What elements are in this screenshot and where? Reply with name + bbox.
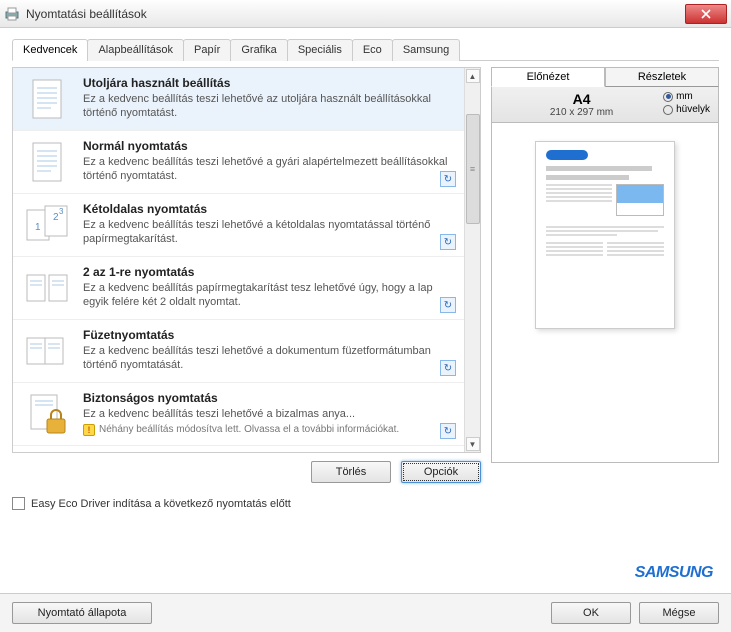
unit-mm-label: mm xyxy=(676,91,693,102)
unit-inch-label: hüvelyk xyxy=(676,104,710,115)
favorite-desc: Ez a kedvenc beállítás teszi lehetővé az… xyxy=(83,93,456,121)
favorite-desc: Ez a kedvenc beállítás teszi lehetővé a … xyxy=(83,345,456,373)
tab-grafika[interactable]: Grafika xyxy=(230,39,287,61)
scroll-thumb[interactable] xyxy=(466,114,480,224)
eco-driver-checkbox-row[interactable]: Easy Eco Driver indítása a következő nyo… xyxy=(12,497,481,510)
radio-dot-icon xyxy=(663,105,673,115)
favorite-desc: Ez a kedvenc beállítás teszi lehetővé a … xyxy=(83,156,456,184)
apply-icon[interactable]: ↻ xyxy=(440,297,456,313)
favorite-item-booklet[interactable]: Füzetnyomtatás Ez a kedvenc beállítás te… xyxy=(13,320,464,383)
favorite-desc: Ez a kedvenc beállítás papírmegtakarítás… xyxy=(83,282,456,310)
thumb-booklet-icon xyxy=(19,328,75,376)
unit-mm-radio[interactable]: mm xyxy=(663,91,710,102)
warning-icon: ! xyxy=(83,424,95,436)
titlebar: Nyomtatási beállítások xyxy=(0,0,731,28)
favorite-title: Utoljára használt beállítás xyxy=(83,76,456,90)
tab-details[interactable]: Részletek xyxy=(605,67,719,87)
preview-line xyxy=(546,175,629,180)
thumb-secure-icon xyxy=(19,391,75,439)
scroll-down-button[interactable]: ▼ xyxy=(466,437,480,451)
favorite-item-duplex[interactable]: 123 Kétoldalas nyomtatás Ez a kedvenc be… xyxy=(13,194,464,257)
favorite-title: Kétoldalas nyomtatás xyxy=(83,202,456,216)
favorite-item-last-used[interactable]: Utoljára használt beállítás Ez a kedvenc… xyxy=(13,68,464,131)
thumb-2up-icon xyxy=(19,265,75,313)
tab-alapbeallitasok[interactable]: Alapbeállítások xyxy=(87,39,184,61)
favorites-panel: Utoljára használt beállítás Ez a kedvenc… xyxy=(12,67,481,453)
printer-status-button[interactable]: Nyomtató állapota xyxy=(12,602,152,624)
tab-papir[interactable]: Papír xyxy=(183,39,231,61)
preview-page xyxy=(535,141,675,329)
preview-tabbar: Előnézet Részletek xyxy=(491,67,719,87)
samsung-logo: SAMSUNG xyxy=(635,564,713,582)
favorite-desc: Ez a kedvenc beállítás teszi lehetővé a … xyxy=(83,408,456,422)
ok-button[interactable]: OK xyxy=(551,602,631,624)
warning-text: Néhány beállítás módosítva lett. Olvassa… xyxy=(99,424,399,435)
scroll-track[interactable] xyxy=(466,84,480,436)
svg-text:3: 3 xyxy=(59,207,64,216)
tab-kedvencek[interactable]: Kedvencek xyxy=(12,39,88,61)
unit-inch-radio[interactable]: hüvelyk xyxy=(663,104,710,115)
options-button[interactable]: Opciók xyxy=(401,461,481,483)
checkbox-icon[interactable] xyxy=(12,497,25,510)
favorites-list: Utoljára használt beállítás Ez a kedvenc… xyxy=(13,68,464,452)
apply-icon[interactable]: ↻ xyxy=(440,171,456,187)
favorite-item-2up[interactable]: 2 az 1-re nyomtatás Ez a kedvenc beállít… xyxy=(13,257,464,320)
eco-driver-label: Easy Eco Driver indítása a következő nyo… xyxy=(31,498,291,510)
paper-info: A4 210 x 297 mm mm hüvelyk xyxy=(491,87,719,123)
svg-text:1: 1 xyxy=(35,222,41,233)
scroll-up-button[interactable]: ▲ xyxy=(466,69,480,83)
paper-name: A4 xyxy=(500,91,663,107)
apply-icon[interactable]: ↻ xyxy=(440,360,456,376)
radio-dot-icon xyxy=(663,92,673,102)
favorite-warning: ! Néhány beállítás módosítva lett. Olvas… xyxy=(83,424,456,436)
printer-icon xyxy=(4,6,20,22)
preview-logo-icon xyxy=(546,150,588,160)
thumb-single-page-icon xyxy=(19,139,75,187)
delete-button[interactable]: Törlés xyxy=(311,461,391,483)
favorite-title: 2 az 1-re nyomtatás xyxy=(83,265,456,279)
paper-dimensions: 210 x 297 mm xyxy=(500,107,663,118)
main-tabbar: Kedvencek Alapbeállítások Papír Grafika … xyxy=(12,38,719,61)
tab-specialis[interactable]: Speciális xyxy=(287,39,353,61)
cancel-button[interactable]: Mégse xyxy=(639,602,719,624)
tab-eco[interactable]: Eco xyxy=(352,39,393,61)
favorite-title: Biztonságos nyomtatás xyxy=(83,391,456,405)
favorite-item-normal[interactable]: Normál nyomtatás Ez a kedvenc beállítás … xyxy=(13,131,464,194)
preview-line xyxy=(546,166,652,171)
favorite-desc: Ez a kedvenc beállítás teszi lehetővé a … xyxy=(83,219,456,247)
favorite-item-secure[interactable]: Biztonságos nyomtatás Ez a kedvenc beáll… xyxy=(13,383,464,446)
window-title: Nyomtatási beállítások xyxy=(26,7,685,21)
close-button[interactable] xyxy=(685,4,727,24)
apply-icon[interactable]: ↻ xyxy=(440,423,456,439)
apply-icon[interactable]: ↻ xyxy=(440,234,456,250)
preview-image-icon xyxy=(616,184,664,216)
thumb-single-page-icon xyxy=(19,76,75,124)
scrollbar[interactable]: ▲ ▼ xyxy=(464,68,480,452)
favorite-title: Normál nyomtatás xyxy=(83,139,456,153)
favorite-title: Füzetnyomtatás xyxy=(83,328,456,342)
footer: Nyomtató állapota OK Mégse xyxy=(0,593,731,632)
tab-samsung[interactable]: Samsung xyxy=(392,39,460,61)
preview-area xyxy=(491,123,719,463)
thumb-duplex-icon: 123 xyxy=(19,202,75,250)
tab-preview[interactable]: Előnézet xyxy=(491,67,605,87)
